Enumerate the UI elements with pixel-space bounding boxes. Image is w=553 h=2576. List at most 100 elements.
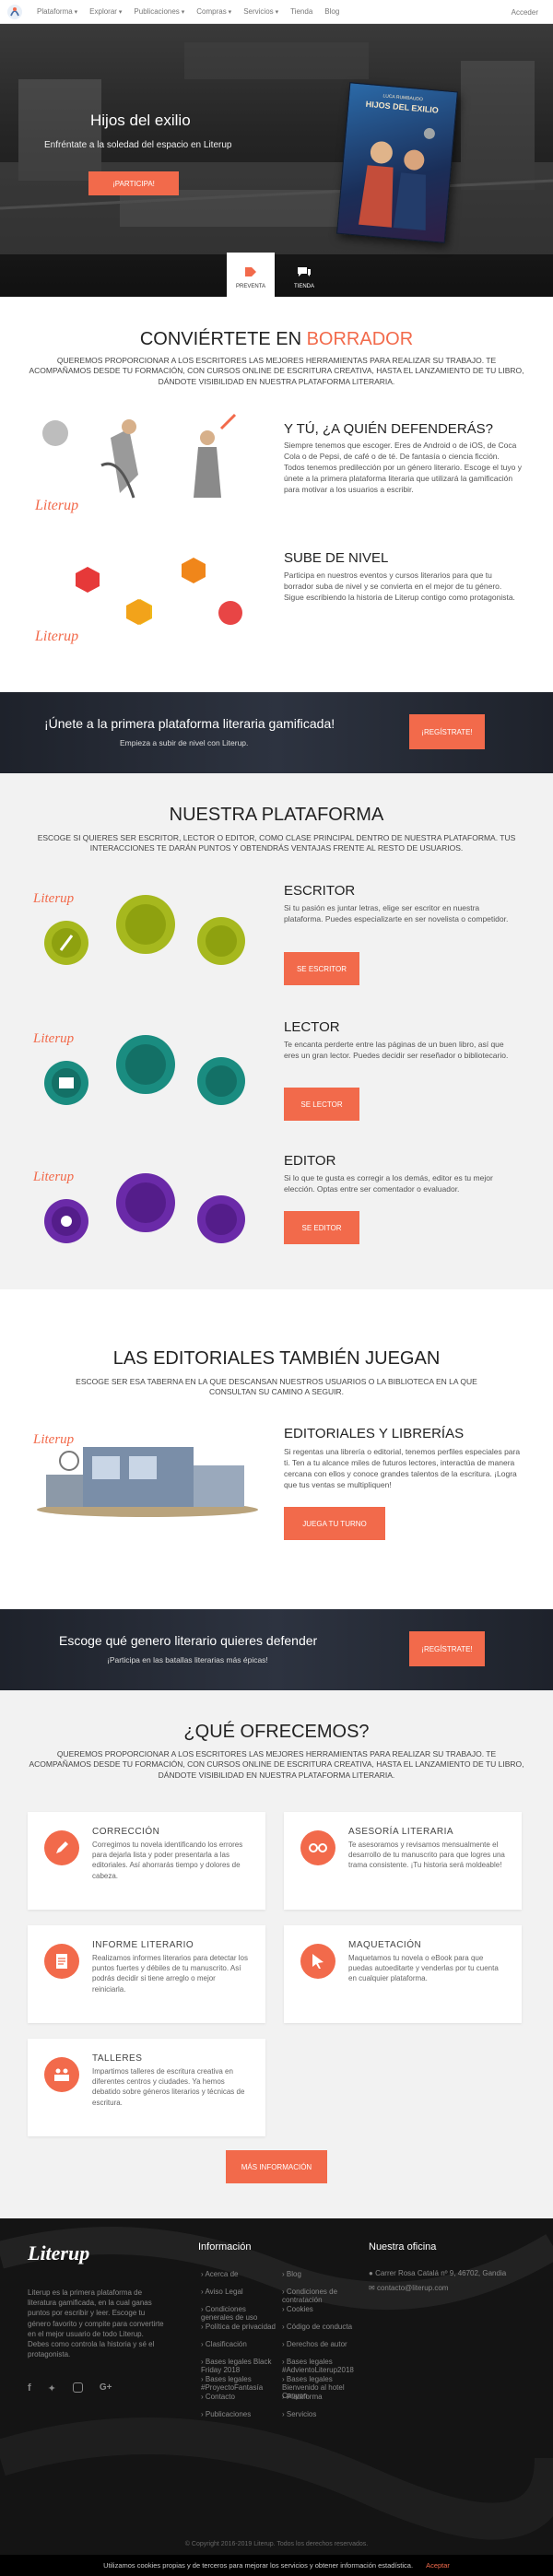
editorials-sub-text: Si regentas una librería o editorial, te…: [284, 1447, 521, 1489]
be-reader-button[interactable]: Se lector: [284, 1088, 359, 1121]
nav-publicaciones[interactable]: Publicaciones: [134, 7, 184, 16]
sale-icon: [245, 267, 256, 276]
nav-plataforma[interactable]: Plataforma: [37, 7, 77, 16]
footer-logo[interactable]: Literup: [28, 2241, 89, 2265]
cookie-accept-button[interactable]: Aceptar: [426, 2561, 450, 2570]
top-nav: Plataforma Explorar Publicaciones Compra…: [0, 0, 553, 24]
editor-badges: Literup: [32, 1170, 245, 1243]
nav-compras[interactable]: Compras: [196, 7, 231, 16]
footer-link[interactable]: Servicios: [282, 2410, 360, 2418]
be-writer-button[interactable]: Se escritor: [284, 952, 359, 985]
service-card-workshops[interactable]: Talleres Impartimos talleres de escritur…: [28, 2039, 265, 2136]
tab-preventa[interactable]: Preventa: [227, 253, 275, 297]
genre-band-subtitle: ¡Participa en las batallas literarias má…: [107, 1655, 268, 1664]
signup-band: ¡Únete a la primera plataforma literaria…: [0, 692, 553, 773]
footer-link[interactable]: Condiciones generales de uso: [201, 2305, 279, 2322]
role-editor-title: Editor: [284, 1153, 336, 1169]
book-cover[interactable]: LUCA RUMBAUDO HIJOS DEL EXILIO: [336, 82, 458, 243]
svg-text:Literup: Literup: [32, 1031, 75, 1046]
register-button-2[interactable]: ¡Regístrate!: [409, 1631, 485, 1666]
role-reader-text: Te encanta perderte entre las páginas de…: [284, 1040, 509, 1060]
service-text: Corregimos tu novela identificando los e…: [92, 1841, 243, 1880]
footer-link[interactable]: Bases legales #AdvientoLiterup2018: [282, 2358, 360, 2374]
role-writer-title: Escritor: [284, 883, 356, 899]
twitter-icon[interactable]: ✦: [48, 2382, 56, 2394]
role-writer-text: Si tu pasión es juntar letras, elige ser…: [284, 903, 509, 923]
service-title: Corrección: [92, 1827, 160, 1837]
genre-band-title: Escoge qué genero literario quieres defe…: [59, 1633, 318, 1648]
borrador-title: Conviértete en Borrador: [0, 329, 553, 350]
signup-band-subtitle: Empieza a subir de nivel con Literup.: [120, 738, 249, 747]
footer-link[interactable]: Clasificación: [201, 2340, 279, 2348]
footer-link[interactable]: Derechos de autor: [282, 2340, 360, 2348]
pen-icon: [44, 1830, 79, 1865]
level-text: Participa en nuestros eventos y cursos l…: [284, 570, 515, 602]
defend-text: Siempre tenemos que escoger. Eres de And…: [284, 441, 522, 494]
footer-link[interactable]: Bases legales Black Friday 2018: [201, 2358, 279, 2374]
participate-button[interactable]: ¡Participa!: [88, 171, 179, 195]
be-editor-button[interactable]: Se editor: [284, 1211, 359, 1244]
footer-link[interactable]: Acerca de: [201, 2270, 279, 2278]
workshop-icon: [44, 2057, 79, 2092]
signup-band-title: ¡Únete a la primera plataforma literaria…: [44, 716, 335, 731]
service-text: Maquetamos tu novela o eBook para que pu…: [348, 1954, 499, 1983]
service-card-correction[interactable]: Corrección Corregimos tu novela identifi…: [28, 1812, 265, 1910]
footer-link[interactable]: Aviso Legal: [201, 2288, 279, 2296]
document-icon: [44, 1944, 79, 1979]
service-card-layout[interactable]: Maquetación Maquetamos tu novela o eBook…: [284, 1925, 522, 2023]
borrador-title-highlight: Borrador: [306, 329, 414, 349]
characters-illustration: Literup: [34, 413, 237, 513]
more-info-button[interactable]: Más información: [226, 2150, 327, 2183]
writer-badges: Literup: [32, 891, 245, 965]
glasses-icon: [300, 1830, 335, 1865]
nav-blog[interactable]: Blog: [324, 7, 339, 16]
footer-link[interactable]: Plataforma: [282, 2393, 360, 2401]
footer-link[interactable]: Contacto: [201, 2393, 279, 2401]
nav-servicios[interactable]: Servicios: [243, 7, 278, 16]
service-card-advice[interactable]: Asesoría literaria Te asesoramos y revis…: [284, 1812, 522, 1910]
service-title: Talleres: [92, 2053, 143, 2064]
footer-link[interactable]: Blog: [282, 2270, 360, 2278]
service-card-report[interactable]: Informe literario Realizamos informes li…: [28, 1925, 265, 2023]
footer-info-title: Información: [198, 2241, 252, 2253]
login-link[interactable]: Acceder: [512, 8, 538, 17]
footer-email-text: contacto@literup.com: [376, 2284, 449, 2292]
cookie-text: Utilizamos cookies propias y de terceros…: [103, 2561, 414, 2570]
instagram-icon[interactable]: [72, 2382, 83, 2393]
editorials-sub-title: Editoriales y librerías: [284, 1426, 465, 1441]
tab-tienda-label: Tienda: [293, 284, 314, 289]
nav-tienda[interactable]: Tienda: [290, 7, 312, 16]
footer-link[interactable]: Bases legales #ProyectoFantasía: [201, 2375, 279, 2392]
google-plus-icon[interactable]: G+: [100, 2382, 112, 2394]
play-turn-button[interactable]: Juega tu turno: [284, 1507, 385, 1540]
svg-text:Literup: Literup: [34, 498, 78, 513]
svg-text:Literup: Literup: [32, 1170, 75, 1184]
svg-text:Literup: Literup: [32, 891, 75, 906]
hero-title: Hijos del exilio: [90, 112, 191, 129]
reader-badges: Literup: [32, 1031, 245, 1105]
register-button[interactable]: ¡Regístrate!: [409, 714, 485, 749]
footer-link[interactable]: Política de privacidad: [201, 2323, 279, 2331]
tab-preventa-label: Preventa: [236, 284, 265, 289]
facebook-icon[interactable]: f: [28, 2382, 31, 2394]
footer-about: Literup es la primera plataforma de lite…: [28, 2288, 164, 2359]
defend-title: Y tú, ¿a quién defenderás?: [284, 421, 493, 437]
hero-subtitle: Enfréntate a la soledad del espacio en L…: [44, 140, 232, 150]
map-marker-icon: ●: [369, 2269, 376, 2277]
chat-icon: [298, 267, 311, 276]
footer-link[interactable]: Condiciones de contratación: [282, 2288, 360, 2304]
platform-intro: Escoge si quieres ser escritor, lector o…: [37, 833, 516, 853]
levels-illustration: Literup: [34, 558, 242, 644]
footer-office-title: Nuestra oficina: [369, 2241, 437, 2253]
footer-email[interactable]: ✉ contacto@literup.com: [369, 2283, 448, 2293]
literup-logo[interactable]: [6, 3, 24, 21]
footer-link[interactable]: Cookies: [282, 2305, 360, 2313]
footer-link[interactable]: Publicaciones: [201, 2410, 279, 2418]
social-links: f ✦ G+: [28, 2382, 112, 2394]
tab-tienda[interactable]: Tienda: [280, 253, 328, 297]
service-title: Maquetación: [348, 1940, 422, 1950]
nav-explorar[interactable]: Explorar: [89, 7, 122, 16]
footer-link[interactable]: Código de conducta: [282, 2323, 360, 2331]
editorials-title: Las editoriales también juegan: [112, 1348, 441, 1369]
role-reader-title: Lector: [284, 1019, 340, 1035]
